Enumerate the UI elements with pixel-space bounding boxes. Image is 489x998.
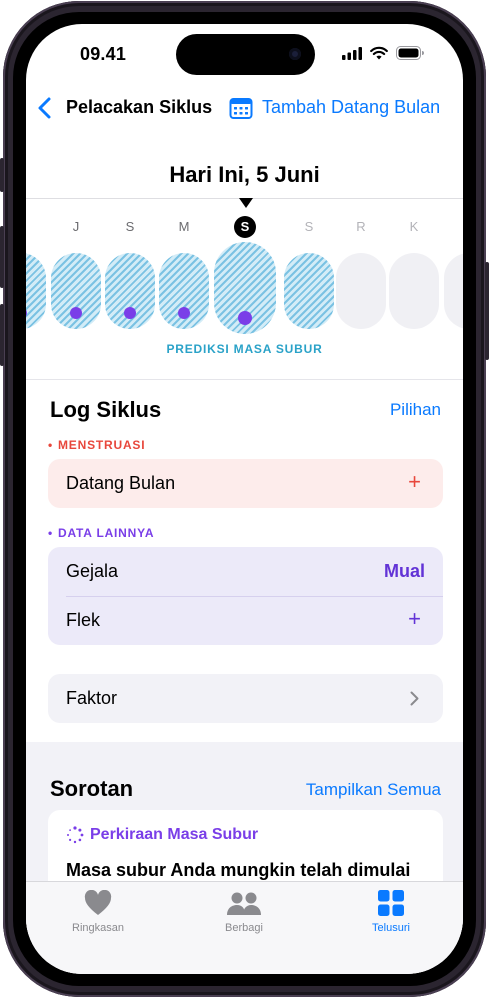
- camera-icon: [289, 48, 301, 60]
- highlights-title: Sorotan: [50, 776, 134, 801]
- menstruation-category-label: MENSTRUASI: [48, 438, 145, 452]
- volume-down-button: [0, 304, 4, 366]
- factors-row-label: Faktor: [66, 688, 118, 708]
- day-cell[interactable]: [336, 253, 386, 329]
- day-cell[interactable]: [159, 253, 209, 329]
- people-icon: [227, 892, 261, 915]
- tab-browse[interactable]: Telusuri: [331, 882, 451, 942]
- grid-icon: [378, 890, 404, 916]
- options-link[interactable]: Pilihan: [390, 400, 441, 420]
- tab-sharing[interactable]: Berbagi: [184, 882, 304, 942]
- period-row[interactable]: Datang Bulan +: [48, 459, 443, 508]
- separator: [26, 379, 463, 380]
- day-cell-today[interactable]: [214, 242, 276, 334]
- spotting-row-label: Flek: [66, 610, 101, 630]
- cellular-signal-icon: [342, 47, 362, 60]
- tab-summary-label: Ringkasan: [72, 922, 124, 934]
- day-label: R: [356, 219, 366, 234]
- action-button: [0, 158, 4, 192]
- add-period-button[interactable]: Tambah Datang Bulan: [262, 97, 440, 118]
- menstruation-card: Datang Bulan +: [48, 459, 443, 508]
- chevron-right-icon: [410, 691, 419, 706]
- fertility-estimate-title: Perkiraan Masa Subur: [90, 826, 259, 843]
- spinner-icon: [67, 826, 84, 844]
- symptoms-row[interactable]: Gejala Mual: [48, 547, 443, 597]
- tab-sharing-label: Berbagi: [225, 922, 263, 934]
- show-all-link[interactable]: Tampilkan Semua: [306, 780, 441, 800]
- day-cell[interactable]: [105, 253, 155, 329]
- dynamic-island: [176, 34, 315, 75]
- nav-title[interactable]: Pelacakan Siklus: [66, 97, 212, 118]
- other-data-card: Gejala Mual Flek +: [48, 547, 443, 645]
- back-chevron-icon[interactable]: [36, 96, 54, 120]
- fertile-window-label: PREDIKSI MASA SUBUR: [166, 342, 323, 356]
- today-marker-icon: [239, 198, 253, 208]
- logged-data-dot: [238, 311, 252, 325]
- cycle-log-title: Log Siklus: [50, 397, 162, 422]
- day-cell[interactable]: [444, 253, 463, 329]
- today-day-label: S: [234, 216, 256, 238]
- add-period-plus-icon[interactable]: +: [408, 469, 421, 495]
- logged-data-dot: [26, 307, 27, 319]
- tab-bar: Ringkasan Berbagi Telusuri: [26, 881, 463, 974]
- day-label: S: [125, 219, 135, 234]
- day-cell[interactable]: [389, 253, 439, 329]
- calendar-icon[interactable]: [229, 96, 253, 120]
- period-row-label: Datang Bulan: [66, 473, 176, 493]
- wifi-icon: [370, 46, 388, 60]
- tab-browse-label: Telusuri: [372, 922, 410, 934]
- symptoms-row-label: Gejala: [66, 561, 119, 581]
- screen: 09.41 Pelacakan Siklus Tambah Datang Bul…: [26, 24, 463, 974]
- logged-data-dot: [70, 307, 82, 319]
- spotting-row[interactable]: Flek +: [48, 596, 443, 645]
- heart-icon: [84, 890, 112, 915]
- day-label: S: [304, 219, 314, 234]
- power-button: [485, 262, 489, 360]
- fertility-estimate-body: Masa subur Anda mungkin telah dimulai: [66, 860, 411, 880]
- add-spotting-plus-icon[interactable]: +: [408, 606, 421, 632]
- day-label: J: [72, 219, 80, 234]
- day-cell[interactable]: [51, 253, 101, 329]
- logged-data-dot: [124, 307, 136, 319]
- tab-summary[interactable]: Ringkasan: [38, 882, 158, 942]
- status-bar: 09.41: [26, 24, 463, 84]
- status-time: 09.41: [80, 44, 127, 64]
- day-label: M: [178, 219, 190, 234]
- factors-card: Faktor: [48, 674, 443, 723]
- symptoms-value: Mual: [383, 561, 425, 581]
- day-cell[interactable]: [284, 253, 334, 329]
- battery-icon: [396, 46, 424, 60]
- logged-data-dot: [178, 307, 190, 319]
- day-label: K: [409, 219, 419, 234]
- factors-row[interactable]: Faktor: [48, 674, 443, 723]
- day-title: Hari Ini, 5 Juni: [169, 162, 320, 187]
- volume-up-button: [0, 226, 4, 288]
- day-cell[interactable]: [26, 253, 46, 329]
- other-data-category-label: DATA LAINNYA: [48, 526, 154, 540]
